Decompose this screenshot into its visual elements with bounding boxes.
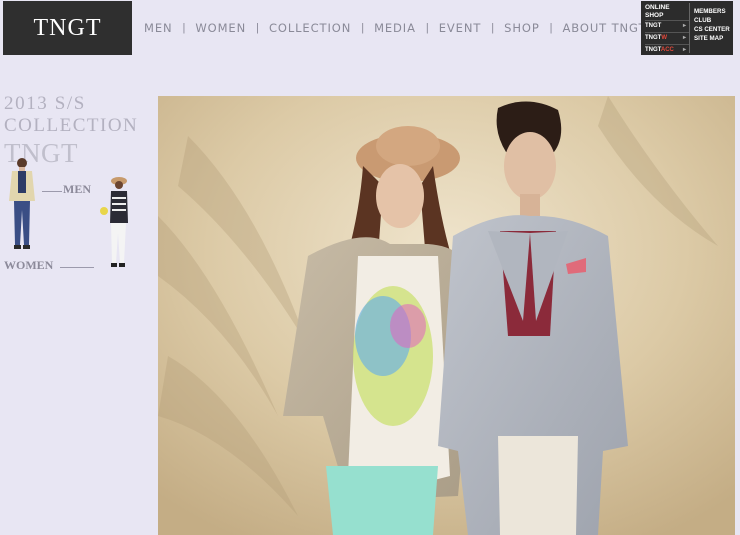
shop-link-tngt[interactable]: TNGT ▸ [645, 20, 689, 31]
shop-link-tngtw[interactable]: TNGTW ▸ [645, 32, 689, 43]
shop-label: TNGT [645, 23, 662, 29]
nav-men[interactable]: MEN [144, 21, 173, 35]
nav-women[interactable]: WOMEN [195, 21, 246, 35]
collection-label: COLLECTION [4, 115, 139, 136]
main-nav: MEN | WOMEN | COLLECTION | MEDIA | EVENT… [144, 21, 646, 35]
women-label[interactable]: WOMEN [4, 258, 53, 273]
club-link[interactable]: CLUB [694, 16, 730, 25]
shop-label: TNGT [645, 35, 662, 41]
nav-separator: | [491, 22, 495, 34]
men-arrow-line [42, 191, 62, 192]
online-shop-block: ONLINE SHOP TNGT ▸ TNGTW ▸ TNGTACC ▸ [641, 1, 689, 55]
site-map-link[interactable]: SITE MAP [694, 34, 730, 43]
shop-label: TNGT [645, 47, 661, 53]
chevron-right-icon: ▸ [682, 35, 686, 41]
members-link[interactable]: MEMBERS [694, 7, 730, 16]
nav-event[interactable]: EVENT [439, 21, 482, 35]
shop-suffix: ACC [660, 47, 674, 53]
nav-separator: | [256, 22, 259, 34]
hero-campaign-image[interactable] [158, 96, 735, 535]
chevron-right-icon: ▸ [682, 47, 686, 53]
women-thumbnail[interactable] [100, 175, 134, 275]
men-thumbnail[interactable] [4, 155, 40, 257]
online-shop-line1: ONLINE [645, 4, 670, 11]
online-shop-title[interactable]: ONLINE SHOP [645, 4, 689, 19]
nav-separator: | [182, 22, 186, 34]
nav-collection[interactable]: COLLECTION [269, 21, 351, 35]
logo[interactable]: TNGT [3, 1, 132, 55]
header: TNGT MEN | WOMEN | COLLECTION | MEDIA | … [0, 0, 740, 58]
women-arrow-line [60, 267, 94, 268]
men-label[interactable]: MEN [63, 182, 91, 197]
nav-separator: | [549, 22, 553, 34]
nav-media[interactable]: MEDIA [374, 21, 416, 35]
nav-separator: | [425, 22, 429, 34]
collection-year: 2013 S/S [4, 93, 86, 114]
nav-shop[interactable]: SHOP [504, 21, 540, 35]
cs-center-link[interactable]: CS CENTER [694, 25, 730, 34]
shop-link-tngtacc[interactable]: TNGTACC ▸ [645, 44, 689, 55]
nav-about[interactable]: ABOUT TNGT [563, 21, 647, 35]
shop-suffix: W [661, 35, 668, 41]
chevron-right-icon: ▸ [682, 23, 686, 29]
utility-panel: ONLINE SHOP TNGT ▸ TNGTW ▸ TNGTACC ▸ MEMBER… [641, 1, 733, 55]
online-shop-line2: SHOP [645, 11, 664, 19]
nav-separator: | [361, 22, 365, 34]
util-links: MEMBERS CLUB CS CENTER SITE MAP [690, 1, 730, 55]
